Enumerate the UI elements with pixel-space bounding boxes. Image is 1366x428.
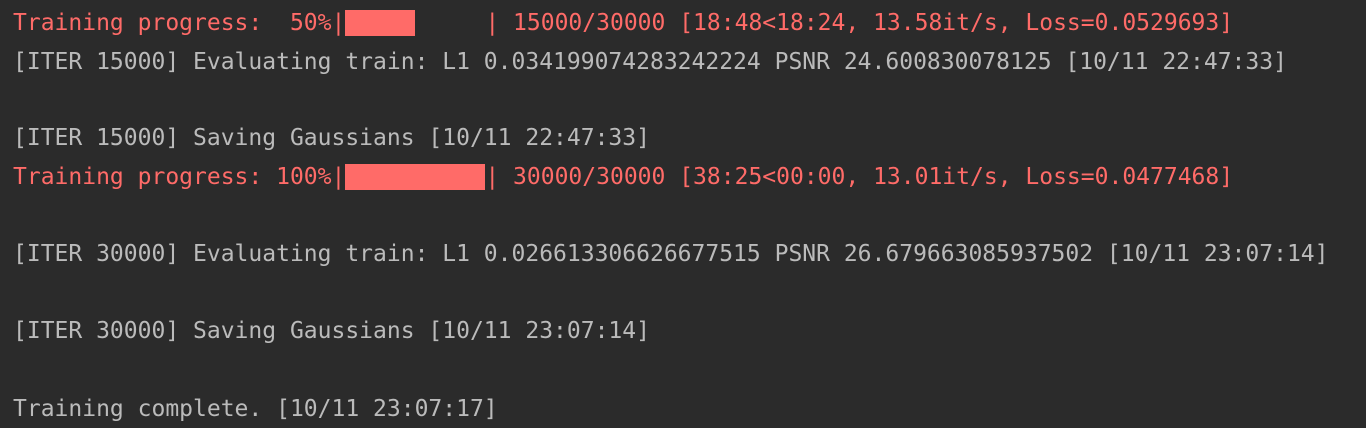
- progress-bar-fill-1: [345, 10, 416, 36]
- eval-line-30000: [ITER 30000] Evaluating train: L1 0.0266…: [13, 241, 1329, 267]
- progress-suffix-1: | 15000/30000 [18:48<18:24, 13.58it/s, L…: [485, 10, 1234, 36]
- progress-bar-1: [345, 10, 485, 36]
- console-output: Training progress: 50%| | 15000/30000 [18…: [13, 0, 1366, 428]
- saving-line-15000: [ITER 15000] Saving Gaussians [10/11 22:…: [13, 125, 650, 151]
- progress-line-2: Training progress: 100%| | 30000/30000 [3…: [13, 158, 1233, 196]
- training-complete-line: Training complete. [10/11 23:07:17]: [13, 396, 498, 422]
- progress-bar-2: [345, 164, 486, 190]
- progress-prefix-2: Training progress: 100%|: [13, 164, 346, 190]
- saving-line-30000: [ITER 30000] Saving Gaussians [10/11 23:…: [13, 318, 650, 344]
- progress-bar-fill-2: [345, 164, 486, 190]
- progress-line-1: Training progress: 50%| | 15000/30000 [18…: [13, 4, 1233, 42]
- progress-suffix-2: | 30000/30000 [38:25<00:00, 13.01it/s, L…: [485, 164, 1234, 190]
- progress-prefix-1: Training progress: 50%|: [13, 10, 346, 36]
- eval-line-15000: [ITER 15000] Evaluating train: L1 0.0341…: [13, 49, 1287, 75]
